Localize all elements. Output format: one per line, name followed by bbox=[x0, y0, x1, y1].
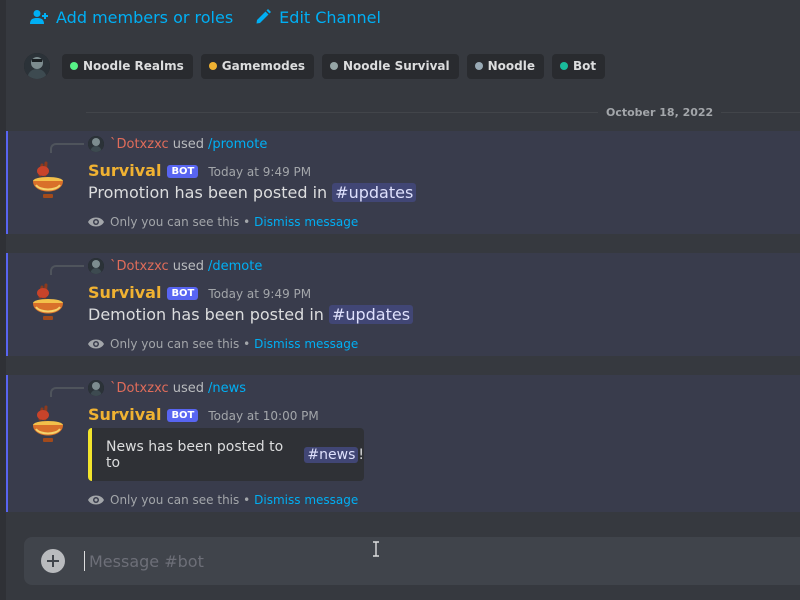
plus-icon bbox=[47, 555, 59, 567]
command-reply-context[interactable]: `Dotxzxc used /news bbox=[88, 379, 246, 397]
person-add-icon bbox=[30, 10, 48, 24]
channel-mention[interactable]: #news bbox=[304, 446, 359, 463]
bot-avatar[interactable] bbox=[30, 405, 66, 445]
channel-mention-label: news bbox=[319, 446, 356, 463]
message-timestamp[interactable]: Today at 9:49 PM bbox=[208, 165, 311, 179]
ibeam-cursor-icon bbox=[373, 541, 379, 557]
command-reply-context[interactable]: `Dotxzxc used /promote bbox=[88, 135, 267, 153]
ramen-bowl-icon bbox=[33, 283, 63, 320]
bot-username[interactable]: Survival bbox=[88, 161, 161, 180]
eye-icon bbox=[88, 495, 104, 505]
ephemeral-note: Only you can see this • bbox=[110, 493, 251, 507]
reply-username[interactable]: `Dotxzxc bbox=[110, 381, 169, 396]
reply-used-text: used bbox=[172, 258, 204, 274]
role-color-dot bbox=[208, 62, 217, 70]
ramen-bowl-icon bbox=[33, 405, 63, 442]
dismiss-message-link[interactable]: Dismiss message bbox=[254, 337, 358, 351]
message-text: Demotion has been posted in bbox=[88, 305, 324, 324]
ephemeral-message: `Dotxzxc used /promote Survival BOT Toda… bbox=[6, 131, 800, 234]
reply-connector bbox=[50, 265, 84, 275]
text-cursor bbox=[84, 551, 85, 571]
role-pill[interactable]: Bot bbox=[552, 53, 606, 79]
bot-badge: BOT bbox=[167, 165, 199, 178]
pencil-icon bbox=[256, 9, 272, 24]
edit-channel-label: Edit Channel bbox=[279, 7, 381, 27]
add-members-label: Add members or roles bbox=[56, 7, 234, 27]
add-members-button[interactable]: Add members or roles bbox=[30, 8, 233, 27]
eye-icon bbox=[88, 339, 104, 349]
message-header: Survival BOT Today at 10:00 PM bbox=[88, 405, 319, 425]
bot-avatar[interactable] bbox=[30, 283, 66, 323]
role-label: Bot bbox=[573, 59, 597, 73]
role-label: Noodle Realms bbox=[83, 59, 184, 73]
role-color-dot bbox=[474, 62, 483, 70]
hash-icon: # bbox=[335, 183, 349, 202]
upload-button[interactable] bbox=[41, 549, 65, 573]
bot-badge: BOT bbox=[167, 409, 199, 422]
channel-mention[interactable]: #updates bbox=[332, 183, 417, 202]
embed-suffix: ! bbox=[358, 446, 364, 463]
bot-badge: BOT bbox=[167, 287, 199, 300]
eye-icon bbox=[88, 217, 104, 227]
avatar[interactable] bbox=[24, 53, 50, 79]
channel-roles-row: Noodle Realms Gamemodes Noodle Survival … bbox=[24, 52, 613, 80]
bot-username[interactable]: Survival bbox=[88, 405, 161, 424]
message-input[interactable] bbox=[87, 550, 691, 572]
command-reply-context[interactable]: `Dotxzxc used /demote bbox=[88, 257, 262, 275]
channel-mention-label: updates bbox=[348, 183, 414, 202]
role-pill[interactable]: Noodle bbox=[466, 53, 545, 79]
ephemeral-message: `Dotxzxc used /demote Survival BOT Today… bbox=[6, 253, 800, 356]
bot-avatar[interactable] bbox=[30, 161, 66, 201]
reply-connector bbox=[50, 387, 84, 397]
role-label: Gamemodes bbox=[221, 59, 306, 73]
channel-intro-actions: Add members or roles Edit Channel bbox=[30, 5, 403, 29]
message-text: Promotion has been posted in bbox=[88, 183, 328, 202]
ephemeral-message: `Dotxzxc used /news Survival BOT Today a… bbox=[6, 375, 800, 512]
role-pill[interactable]: Noodle Survival bbox=[322, 53, 459, 79]
dismiss-message-link[interactable]: Dismiss message bbox=[254, 493, 358, 507]
avatar bbox=[88, 380, 104, 396]
reply-command[interactable]: /demote bbox=[208, 259, 262, 274]
reply-username[interactable]: `Dotxzxc bbox=[110, 137, 169, 152]
avatar bbox=[88, 136, 104, 152]
ephemeral-footer: Only you can see this • Dismiss message bbox=[88, 493, 358, 507]
message-composer bbox=[24, 537, 800, 585]
role-color-dot bbox=[560, 62, 569, 70]
bot-username[interactable]: Survival bbox=[88, 283, 161, 302]
message-content: Demotion has been posted in #updates bbox=[88, 305, 414, 324]
reply-connector bbox=[50, 143, 84, 153]
role-label: Noodle Survival bbox=[343, 59, 450, 73]
message-timestamp[interactable]: Today at 9:49 PM bbox=[208, 287, 311, 301]
ramen-bowl-icon bbox=[33, 161, 63, 198]
role-color-dot bbox=[70, 62, 78, 70]
channel-mention-label: updates bbox=[345, 305, 411, 324]
hash-icon: # bbox=[307, 446, 320, 463]
message-timestamp[interactable]: Today at 10:00 PM bbox=[208, 409, 318, 423]
ephemeral-footer: Only you can see this • Dismiss message bbox=[88, 215, 358, 229]
message-embed: News has been posted to to #news ! bbox=[88, 428, 364, 481]
message-header: Survival BOT Today at 9:49 PM bbox=[88, 161, 311, 181]
reply-command[interactable]: /promote bbox=[208, 137, 267, 152]
role-pill[interactable]: Noodle Realms bbox=[62, 53, 193, 79]
role-pill[interactable]: Gamemodes bbox=[200, 53, 315, 79]
date-divider-label: October 18, 2022 bbox=[598, 106, 722, 119]
role-color-dot bbox=[330, 62, 339, 70]
avatar bbox=[88, 258, 104, 274]
message-content: Promotion has been posted in #updates bbox=[88, 183, 417, 202]
ephemeral-note: Only you can see this • bbox=[110, 337, 251, 351]
channel-mention[interactable]: #updates bbox=[328, 305, 414, 324]
role-label: Noodle bbox=[487, 59, 536, 73]
reply-used-text: used bbox=[172, 136, 204, 152]
reply-username[interactable]: `Dotxzxc bbox=[110, 259, 169, 274]
dismiss-message-link[interactable]: Dismiss message bbox=[254, 215, 358, 229]
embed-text: News has been posted to to bbox=[106, 438, 284, 471]
message-header: Survival BOT Today at 9:49 PM bbox=[88, 283, 311, 303]
reply-used-text: used bbox=[172, 380, 204, 396]
hash-icon: # bbox=[331, 305, 346, 324]
edit-channel-button[interactable]: Edit Channel bbox=[255, 8, 381, 27]
ephemeral-footer: Only you can see this • Dismiss message bbox=[88, 337, 358, 351]
ephemeral-note: Only you can see this • bbox=[110, 215, 251, 229]
reply-command[interactable]: /news bbox=[208, 381, 246, 396]
